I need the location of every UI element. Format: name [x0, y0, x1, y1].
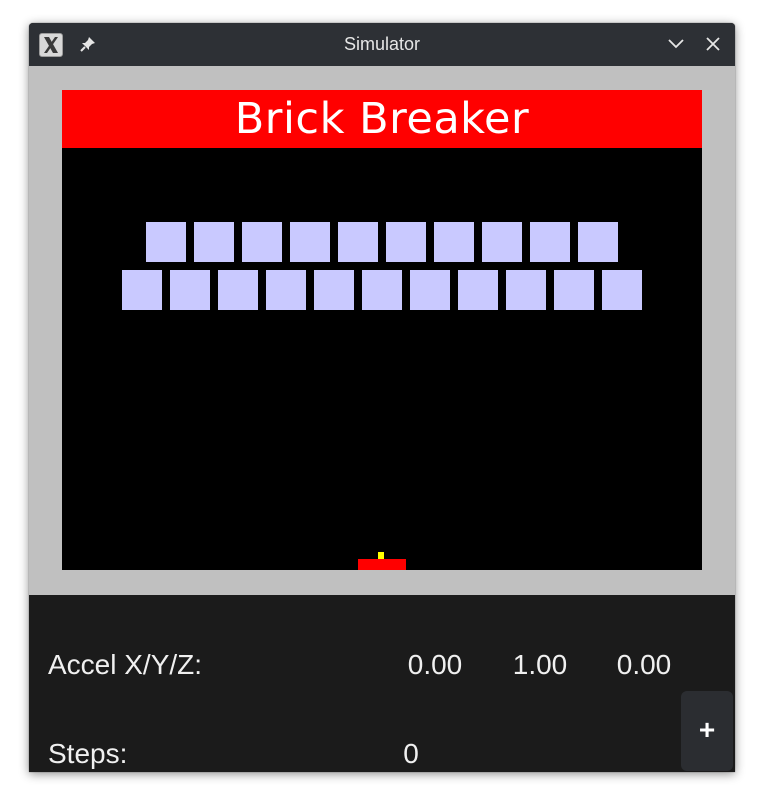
chevron-down-icon [668, 39, 684, 49]
brick [458, 270, 498, 310]
steps-label: Steps: [48, 738, 128, 769]
brick [314, 270, 354, 310]
brick [338, 222, 378, 262]
ball [378, 552, 384, 559]
game-title-banner: Brick Breaker [62, 90, 702, 148]
paddle [358, 559, 406, 570]
game-screen[interactable]: Brick Breaker [62, 90, 702, 570]
minimize-button[interactable] [666, 34, 686, 54]
brick [194, 222, 234, 262]
brick [386, 222, 426, 262]
steps-value: 0 [403, 738, 419, 769]
brick [170, 270, 210, 310]
brick [578, 222, 618, 262]
add-button[interactable]: + [681, 691, 733, 771]
brick [362, 270, 402, 310]
accel-label: Accel X/Y/Z: [48, 649, 203, 680]
brick [410, 270, 450, 310]
brick [554, 270, 594, 310]
accel-z-value: 0.00 [616, 649, 672, 680]
brick [146, 222, 186, 262]
brick [530, 222, 570, 262]
brick [290, 222, 330, 262]
brick [434, 222, 474, 262]
close-icon [706, 37, 720, 51]
simulator-window: Simulator Brick Breaker Accel X/Y/Z: 0.0… [29, 23, 735, 772]
brick [218, 270, 258, 310]
accel-y-value: 1.00 [512, 649, 568, 680]
brick [266, 270, 306, 310]
sensor-panel: Accel X/Y/Z: 0.00 1.00 0.00 Steps: 0 + [29, 595, 735, 772]
game-frame: Brick Breaker [29, 66, 735, 595]
close-button[interactable] [703, 34, 723, 54]
brick [242, 222, 282, 262]
brick [506, 270, 546, 310]
window-title: Simulator [343, 34, 421, 54]
brick [602, 270, 642, 310]
title-bar[interactable]: Simulator [29, 23, 735, 66]
brick [482, 222, 522, 262]
accel-x-value: 0.00 [407, 649, 463, 680]
brick [122, 270, 162, 310]
